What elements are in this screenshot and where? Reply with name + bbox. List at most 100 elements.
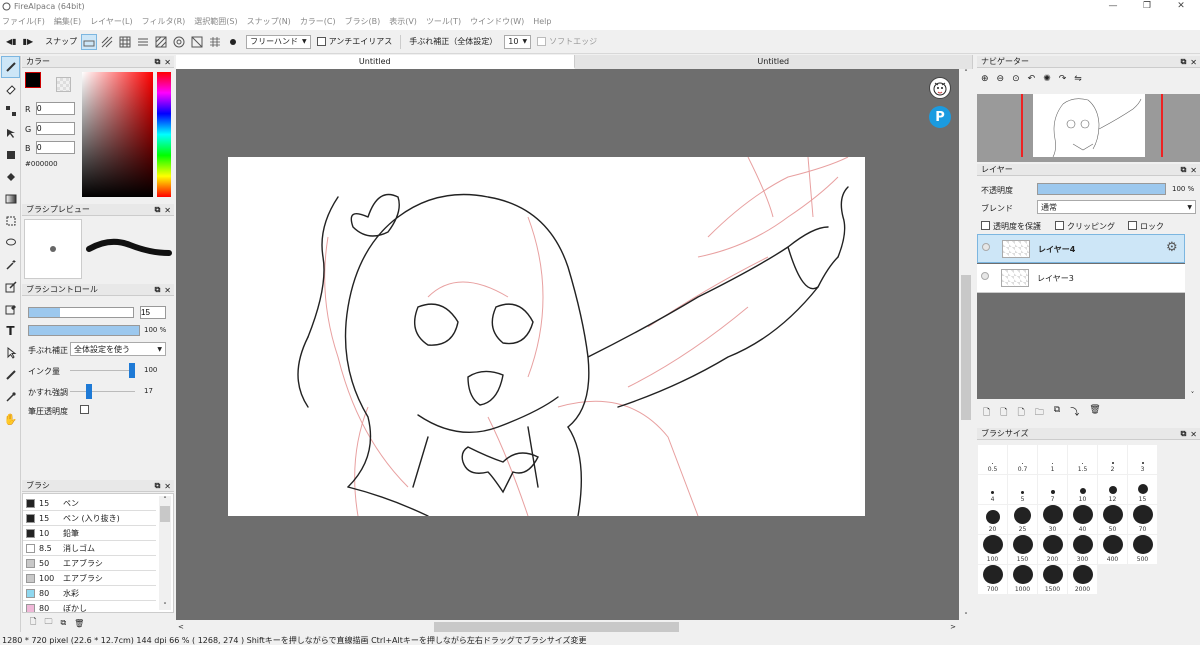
scroll-thumb[interactable] xyxy=(961,275,971,420)
lasso-tool[interactable] xyxy=(1,232,20,254)
brush-list-item[interactable]: 15 ペン (入り抜き) xyxy=(23,511,156,526)
menu-item[interactable]: Help xyxy=(533,17,551,26)
chevron-up-icon[interactable]: ˄ xyxy=(159,496,171,504)
hue-slider[interactable] xyxy=(157,72,171,197)
chevron-down-icon[interactable]: ˅ xyxy=(959,612,973,620)
float-icon[interactable]: ⧉ xyxy=(155,205,161,215)
brush-size-cell[interactable]: 2000 xyxy=(1068,565,1097,594)
menu-item[interactable]: ブラシ(B) xyxy=(345,16,381,27)
snap-curve-button[interactable] xyxy=(189,34,205,50)
fade-handle[interactable] xyxy=(86,384,92,399)
brush-size-cell[interactable]: 15 xyxy=(1128,475,1157,504)
divide-tool[interactable] xyxy=(1,364,20,386)
brush-list-item[interactable]: 8.5 消しゴム xyxy=(23,541,156,556)
select-tool[interactable] xyxy=(1,210,20,232)
trash-icon[interactable]: 🗑 xyxy=(1089,405,1100,421)
eraser-tool[interactable] xyxy=(1,78,20,100)
new-brush-icon[interactable]: 🗋 xyxy=(30,616,36,630)
brush-size-cell[interactable]: 100 xyxy=(978,535,1007,564)
maximize-button[interactable]: ❐ xyxy=(1132,0,1162,12)
snap-vanishing-button[interactable] xyxy=(153,34,169,50)
close-icon[interactable]: ✕ xyxy=(1190,430,1197,439)
menu-item[interactable]: ウインドウ(W) xyxy=(470,16,524,27)
protect-alpha-checkbox[interactable] xyxy=(981,221,990,230)
stabilizer-dropdown[interactable]: 10 ▼ xyxy=(504,34,532,49)
brush-list-item[interactable]: 80 水彩 xyxy=(23,586,156,601)
brush-size-cell[interactable]: 4 xyxy=(978,475,1007,504)
float-icon[interactable]: ⧉ xyxy=(155,481,161,491)
menu-item[interactable]: フィルタ(R) xyxy=(142,16,186,27)
float-icon[interactable]: ⧉ xyxy=(1181,165,1187,175)
folder-icon[interactable]: 🗀 xyxy=(44,616,52,630)
new-1bit-layer-icon[interactable]: 🗋 xyxy=(1018,405,1025,421)
scroll-thumb[interactable] xyxy=(160,506,170,522)
lock-checkbox[interactable] xyxy=(1128,221,1137,230)
snap-radial-button[interactable] xyxy=(171,34,187,50)
close-icon[interactable]: ✕ xyxy=(164,286,171,295)
brush-size-cell[interactable]: 1000 xyxy=(1008,565,1037,594)
brush-size-cell[interactable]: 200 xyxy=(1038,535,1067,564)
menu-item[interactable]: 編集(E) xyxy=(54,16,81,27)
foreground-color-swatch[interactable] xyxy=(25,72,41,88)
brush-size-cell[interactable]: 1.5 xyxy=(1068,445,1097,474)
layer-opacity-slider[interactable] xyxy=(1037,183,1166,195)
antialias-checkbox[interactable] xyxy=(316,37,326,46)
saturation-value-picker[interactable] xyxy=(82,72,153,197)
close-icon[interactable]: ✕ xyxy=(164,482,171,491)
chevron-down-icon[interactable]: ˅ xyxy=(159,602,171,610)
menu-item[interactable]: 選択範囲(S) xyxy=(194,16,237,27)
move-tool[interactable] xyxy=(1,122,20,144)
minimize-button[interactable]: — xyxy=(1098,0,1128,12)
visibility-eye-icon[interactable] xyxy=(981,272,989,280)
folder-icon[interactable]: 🗀 xyxy=(1035,405,1044,421)
magic-wand-tool[interactable] xyxy=(1,254,20,276)
zoom-out-icon[interactable]: ⊖ xyxy=(997,74,1005,84)
fill-tool[interactable] xyxy=(1,144,20,166)
duplicate-icon[interactable]: ⧉ xyxy=(60,618,66,628)
new-layer-icon[interactable]: 🗋 xyxy=(983,405,990,421)
r-input[interactable] xyxy=(36,102,75,115)
brush-size-cell[interactable]: 7 xyxy=(1038,475,1067,504)
brush-size-cell[interactable]: 25 xyxy=(1008,505,1037,534)
close-icon[interactable]: ✕ xyxy=(164,58,171,67)
menu-item[interactable]: レイヤー(L) xyxy=(90,16,132,27)
snap-parallel-button[interactable] xyxy=(99,34,115,50)
brush-size-cell[interactable]: 0.5 xyxy=(978,445,1007,474)
blend-mode-dropdown[interactable]: 通常 ▼ xyxy=(1037,200,1196,214)
brush-size-cell[interactable]: 150 xyxy=(1008,535,1037,564)
select-pen-tool[interactable] xyxy=(1,276,20,298)
brush-size-cell[interactable]: 5 xyxy=(1008,475,1037,504)
menu-item[interactable]: ツール(T) xyxy=(426,16,461,27)
rotate-reset-icon[interactable]: ✺ xyxy=(1043,74,1051,84)
zoom-in-icon[interactable]: ⊕ xyxy=(981,74,989,84)
tab-untitled-1[interactable]: Untitled xyxy=(176,55,575,69)
chevron-up-icon[interactable]: ˄ xyxy=(959,69,973,77)
brush-size-cell[interactable]: 40 xyxy=(1068,505,1097,534)
zoom-reset-icon[interactable]: ⊙ xyxy=(1012,74,1020,84)
float-icon[interactable]: ⧉ xyxy=(1181,57,1187,67)
text-tool[interactable]: T xyxy=(1,320,20,342)
brush-list-item[interactable]: 50 エアブラシ xyxy=(23,556,156,571)
brush-list-item[interactable]: 10 鉛筆 xyxy=(23,526,156,541)
brush-size-cell[interactable]: 700 xyxy=(978,565,1007,594)
drawing-canvas[interactable] xyxy=(228,157,865,516)
flip-icon[interactable]: ⇋ xyxy=(1074,74,1082,84)
snap-grid-button[interactable] xyxy=(117,34,133,50)
chevron-down-icon[interactable]: ˅ xyxy=(1185,391,1200,399)
brush-stabilizer-dropdown[interactable]: 全体設定を使う ▼ xyxy=(70,342,166,356)
brush-size-cell[interactable]: 50 xyxy=(1098,505,1127,534)
bucket-tool[interactable] xyxy=(1,166,20,188)
brush-size-input[interactable] xyxy=(140,306,166,319)
tab-untitled-2[interactable]: Untitled xyxy=(575,55,973,69)
b-input[interactable] xyxy=(36,141,75,154)
snap-crisscross-button[interactable] xyxy=(135,34,151,50)
clipping-checkbox[interactable] xyxy=(1055,221,1064,230)
brush-list-item[interactable]: 100 エアブラシ xyxy=(23,571,156,586)
close-icon[interactable]: ✕ xyxy=(1190,166,1197,175)
brush-opacity-slider[interactable] xyxy=(28,325,140,336)
visibility-eye-icon[interactable] xyxy=(982,243,990,251)
prev-icon[interactable]: ◀▮ xyxy=(6,37,17,46)
brush-size-cell[interactable]: 30 xyxy=(1038,505,1067,534)
dot-tool[interactable] xyxy=(1,100,20,122)
close-button[interactable]: ✕ xyxy=(1166,0,1196,12)
